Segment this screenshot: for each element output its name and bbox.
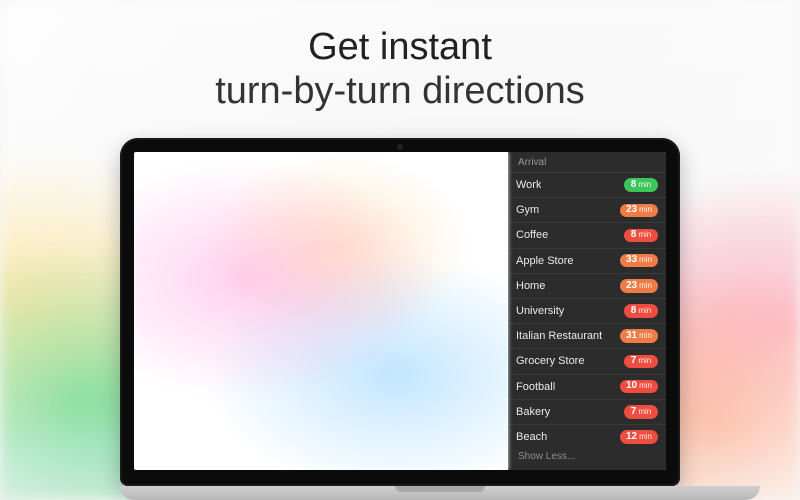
- eta-unit: min: [638, 408, 651, 416]
- headline-line-1: Get instant: [0, 26, 800, 70]
- eta-unit: min: [639, 282, 652, 290]
- arrival-sidebar: Arrival Work8minGym23minCoffee8minApple …: [508, 152, 666, 470]
- destination-list: Work8minGym23minCoffee8minApple Store33m…: [508, 173, 666, 445]
- eta-unit: min: [639, 256, 652, 264]
- show-less-button[interactable]: Show Less...: [508, 445, 666, 470]
- eta-unit: min: [638, 307, 651, 315]
- destination-label: Italian Restaurant: [516, 330, 602, 342]
- destination-row[interactable]: Coffee 8min: [508, 223, 666, 248]
- eta-unit: min: [639, 382, 652, 390]
- eta-badge: 8min: [624, 178, 658, 192]
- eta-unit: min: [638, 231, 651, 239]
- destination-label: Football: [516, 381, 555, 393]
- laptop-base: [120, 486, 760, 500]
- headline-line-2: turn-by-turn directions: [0, 70, 800, 114]
- trackpad-notch: [395, 486, 485, 492]
- eta-minutes: 7: [631, 356, 637, 366]
- destination-row[interactable]: Home 23min: [508, 274, 666, 299]
- eta-minutes: 23: [626, 205, 637, 215]
- destination-label: Coffee: [516, 229, 548, 241]
- destination-row[interactable]: Bakery 7min: [508, 400, 666, 425]
- eta-badge: 7min: [624, 405, 658, 419]
- eta-badge: 31min: [620, 329, 658, 343]
- destination-row[interactable]: Italian Restaurant 31min: [508, 324, 666, 349]
- eta-unit: min: [639, 206, 652, 214]
- sidebar-header: Arrival: [508, 152, 666, 173]
- eta-minutes: 33: [626, 255, 637, 265]
- eta-badge: 33min: [620, 254, 658, 268]
- eta-badge: 7min: [624, 355, 658, 369]
- eta-badge: 23min: [620, 204, 658, 218]
- destination-row[interactable]: Football 10min: [508, 375, 666, 400]
- laptop-mockup: Arrival Work8minGym23minCoffee8minApple …: [120, 138, 680, 500]
- destination-label: Home: [516, 280, 545, 292]
- eta-unit: min: [638, 357, 651, 365]
- eta-minutes: 8: [631, 230, 637, 240]
- eta-minutes: 8: [631, 180, 637, 190]
- eta-minutes: 31: [626, 331, 637, 341]
- destination-row[interactable]: Gym 23min: [508, 198, 666, 223]
- eta-badge: 8min: [624, 229, 658, 243]
- camera-icon: [397, 144, 403, 150]
- marketing-headline: Get instant turn-by-turn directions: [0, 26, 800, 113]
- eta-badge: 10min: [620, 380, 658, 394]
- app-screen: Arrival Work8minGym23minCoffee8minApple …: [134, 152, 666, 470]
- eta-minutes: 12: [626, 432, 637, 442]
- eta-minutes: 10: [626, 381, 637, 391]
- eta-unit: min: [639, 332, 652, 340]
- destination-row[interactable]: Beach 12min: [508, 425, 666, 445]
- eta-badge: 23min: [620, 279, 658, 293]
- map-canvas[interactable]: [134, 152, 508, 470]
- destination-label: University: [516, 305, 564, 317]
- eta-minutes: 8: [631, 306, 637, 316]
- destination-label: Bakery: [516, 406, 550, 418]
- destination-label: Gym: [516, 204, 539, 216]
- destination-label: Apple Store: [516, 255, 573, 267]
- eta-badge: 12min: [620, 430, 658, 444]
- laptop-lid: Arrival Work8minGym23minCoffee8minApple …: [120, 138, 680, 486]
- eta-unit: min: [639, 433, 652, 441]
- destination-row[interactable]: Work 8min: [508, 173, 666, 198]
- destination-label: Work: [516, 179, 541, 191]
- eta-minutes: 23: [626, 281, 637, 291]
- destination-row[interactable]: Grocery Store 7min: [508, 349, 666, 374]
- destination-row[interactable]: Apple Store 33min: [508, 249, 666, 274]
- destination-label: Beach: [516, 431, 547, 443]
- eta-badge: 8min: [624, 304, 658, 318]
- eta-minutes: 7: [631, 407, 637, 417]
- destination-row[interactable]: University 8min: [508, 299, 666, 324]
- destination-label: Grocery Store: [516, 355, 584, 367]
- eta-unit: min: [638, 181, 651, 189]
